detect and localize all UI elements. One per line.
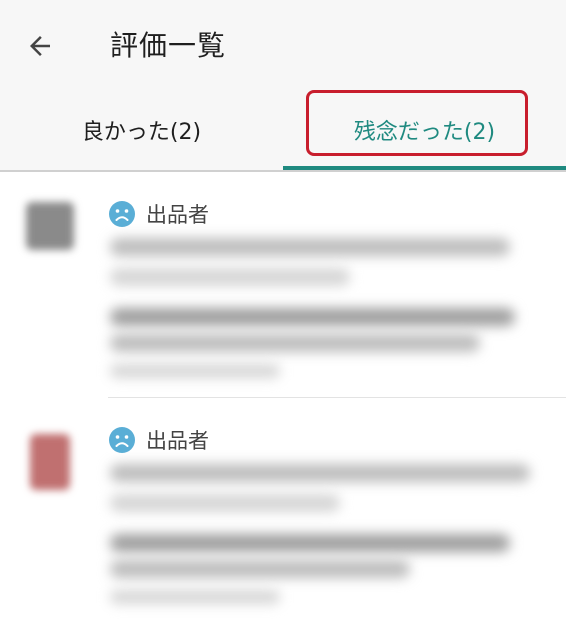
arrow-left-icon <box>30 36 50 56</box>
app-bar: 評価一覧 <box>0 0 566 92</box>
blurred-text <box>110 238 510 256</box>
review-header: 出品者 <box>108 198 209 230</box>
blurred-text <box>110 534 510 552</box>
tab-indicator <box>283 166 566 170</box>
review-role: 出品者 <box>146 203 209 227</box>
sad-face-icon <box>109 427 135 453</box>
blurred-text <box>110 268 350 286</box>
blurred-text <box>110 308 515 326</box>
tab-bar: 良かった(2) 残念だった(2) <box>0 92 566 172</box>
blurred-text <box>110 590 280 604</box>
tab-good[interactable]: 良かった(2) <box>0 92 283 168</box>
blurred-text <box>110 364 280 378</box>
sad-face-icon <box>109 201 135 227</box>
list-item[interactable]: 出品者 <box>0 398 566 624</box>
blurred-text <box>110 464 530 482</box>
review-header: 出品者 <box>108 424 209 456</box>
tab-bad-label: 残念だった(2) <box>353 120 496 145</box>
tab-good-label: 良かった(2) <box>81 120 202 145</box>
back-button[interactable] <box>20 26 60 66</box>
blurred-text <box>110 334 480 352</box>
review-list: 出品者 出品者 <box>0 172 566 624</box>
avatar <box>26 202 74 250</box>
review-role: 出品者 <box>146 429 209 453</box>
avatar <box>30 434 70 490</box>
tab-bad[interactable]: 残念だった(2) <box>283 92 566 168</box>
blurred-text <box>110 560 410 578</box>
page-title: 評価一覧 <box>110 29 227 62</box>
blurred-text <box>110 494 340 512</box>
list-item[interactable]: 出品者 <box>0 172 566 398</box>
